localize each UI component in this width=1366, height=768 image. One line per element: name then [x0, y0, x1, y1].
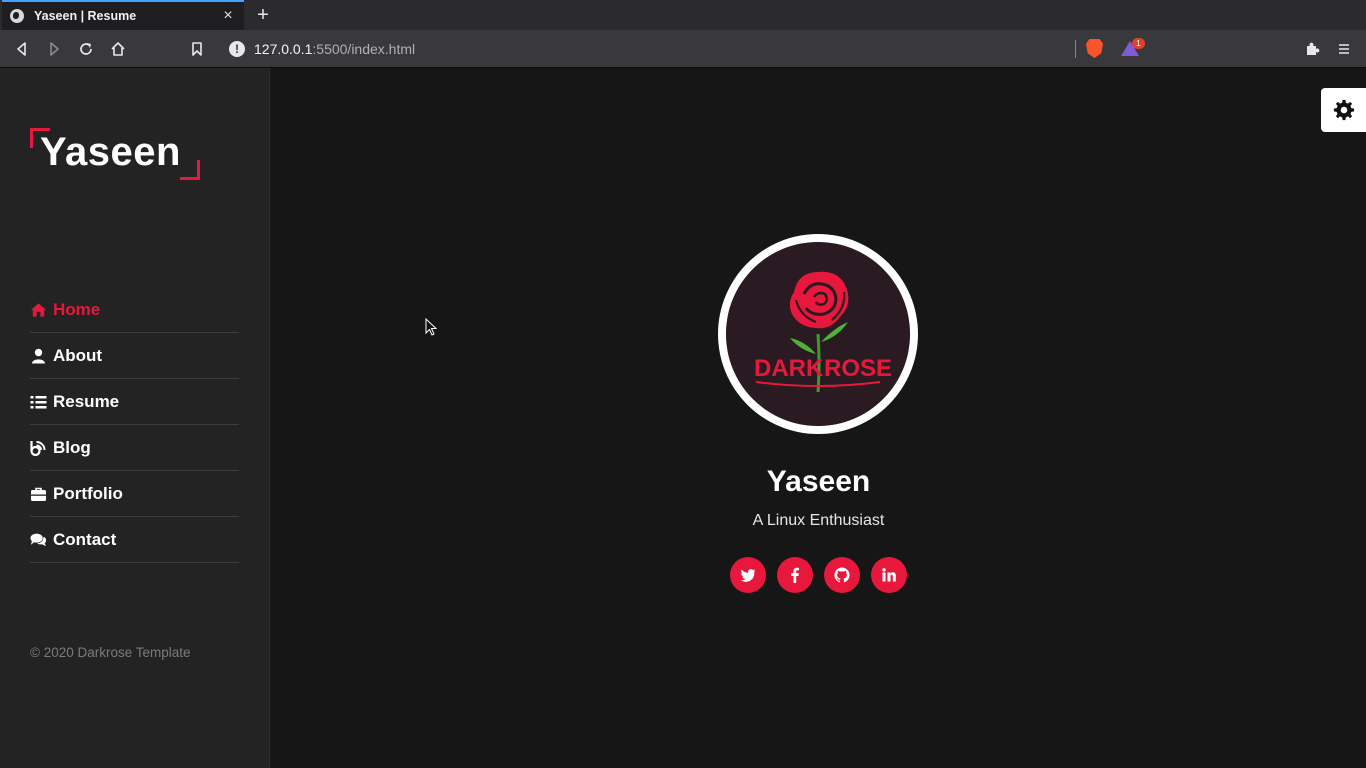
- logo-text: Yaseen: [40, 130, 181, 174]
- profile-tagline: A Linux Enthusiast: [752, 512, 885, 529]
- sidebar-item-about[interactable]: About: [30, 333, 239, 379]
- blog-icon: [30, 440, 48, 456]
- sidebar-item-label: Contact: [53, 529, 117, 549]
- avatar-text-dark: DARK: [754, 355, 824, 382]
- comments-icon: [30, 532, 48, 548]
- twitter-link[interactable]: [730, 557, 766, 593]
- sidebar: Yaseen Home About Resume Blog Portfolio …: [0, 68, 270, 768]
- list-icon: [30, 394, 48, 410]
- home-browser-icon: [111, 42, 125, 56]
- main-content: DARK ROSE Yaseen A Linux Enthusiast: [271, 68, 1366, 768]
- logo[interactable]: Yaseen: [30, 128, 200, 180]
- globe-icon: [10, 9, 24, 23]
- briefcase-icon: [30, 486, 48, 502]
- tab-close-icon[interactable]: ×: [220, 8, 236, 24]
- github-link[interactable]: [824, 557, 860, 593]
- home-icon: [30, 302, 48, 318]
- darkrose-logo: DARK ROSE: [726, 242, 910, 426]
- back-button[interactable]: [10, 37, 34, 61]
- extensions-button[interactable]: [1300, 37, 1324, 61]
- site-info-icon[interactable]: !: [229, 41, 245, 57]
- tab-title: Yaseen | Resume: [34, 9, 137, 23]
- browser-nav-bar: ! 127.0.0.1:5500/index.html: [0, 30, 1366, 68]
- linkedin-link[interactable]: [871, 557, 907, 593]
- reload-button[interactable]: [74, 37, 98, 61]
- browser-tab-bar: Yaseen | Resume × +: [0, 0, 1366, 30]
- back-arrow-icon: [17, 42, 26, 56]
- profile-avatar: DARK ROSE: [718, 234, 918, 434]
- url-path: :5500/index.html: [312, 41, 416, 57]
- copyright-text: © 2020 Darkrose Template: [30, 645, 191, 660]
- home-button[interactable]: [106, 37, 130, 61]
- sidebar-item-label: Blog: [53, 437, 91, 457]
- new-tab-button[interactable]: +: [252, 3, 274, 27]
- social-links: [730, 557, 907, 593]
- rewards-badge: 1: [1132, 38, 1145, 49]
- sidebar-item-blog[interactable]: Blog: [30, 425, 239, 471]
- forward-button[interactable]: [42, 37, 66, 61]
- sidebar-item-portfolio[interactable]: Portfolio: [30, 471, 239, 517]
- bookmark-button[interactable]: [185, 37, 209, 61]
- sidebar-item-contact[interactable]: Contact: [30, 517, 239, 563]
- sidebar-item-label: Resume: [53, 391, 120, 411]
- hamburger-icon: [1339, 44, 1349, 54]
- logo-bracket-bottom-right: [180, 160, 200, 180]
- sidebar-item-resume[interactable]: Resume: [30, 379, 239, 425]
- facebook-icon: [791, 567, 799, 583]
- reload-icon: [80, 43, 92, 55]
- address-bar[interactable]: ! 127.0.0.1:5500/index.html: [222, 35, 1072, 63]
- linkedin-icon: [882, 568, 896, 582]
- sidebar-item-label: Portfolio: [53, 483, 123, 503]
- github-icon: [834, 567, 850, 583]
- menu-button[interactable]: [1332, 37, 1356, 61]
- mouse-cursor-icon: [425, 318, 437, 336]
- sidebar-menu: Home About Resume Blog Portfolio Contact: [30, 287, 239, 563]
- url-host: 127.0.0.1: [254, 41, 313, 57]
- gear-icon: [1333, 99, 1354, 121]
- sidebar-item-home[interactable]: Home: [30, 287, 239, 333]
- twitter-icon: [740, 569, 756, 582]
- avatar-text-rose: ROSE: [824, 355, 892, 382]
- sidebar-item-label: Home: [53, 299, 101, 319]
- browser-tab[interactable]: Yaseen | Resume ×: [2, 0, 244, 30]
- puzzle-icon: [1307, 42, 1320, 55]
- sidebar-item-label: About: [53, 345, 103, 365]
- forward-arrow-icon: [50, 42, 59, 56]
- settings-button[interactable]: [1321, 88, 1366, 132]
- profile-name: Yaseen: [766, 465, 871, 498]
- bookmark-icon: [192, 42, 202, 56]
- toolbar-separator: [1075, 40, 1076, 58]
- user-icon: [30, 348, 48, 364]
- facebook-link[interactable]: [777, 557, 813, 593]
